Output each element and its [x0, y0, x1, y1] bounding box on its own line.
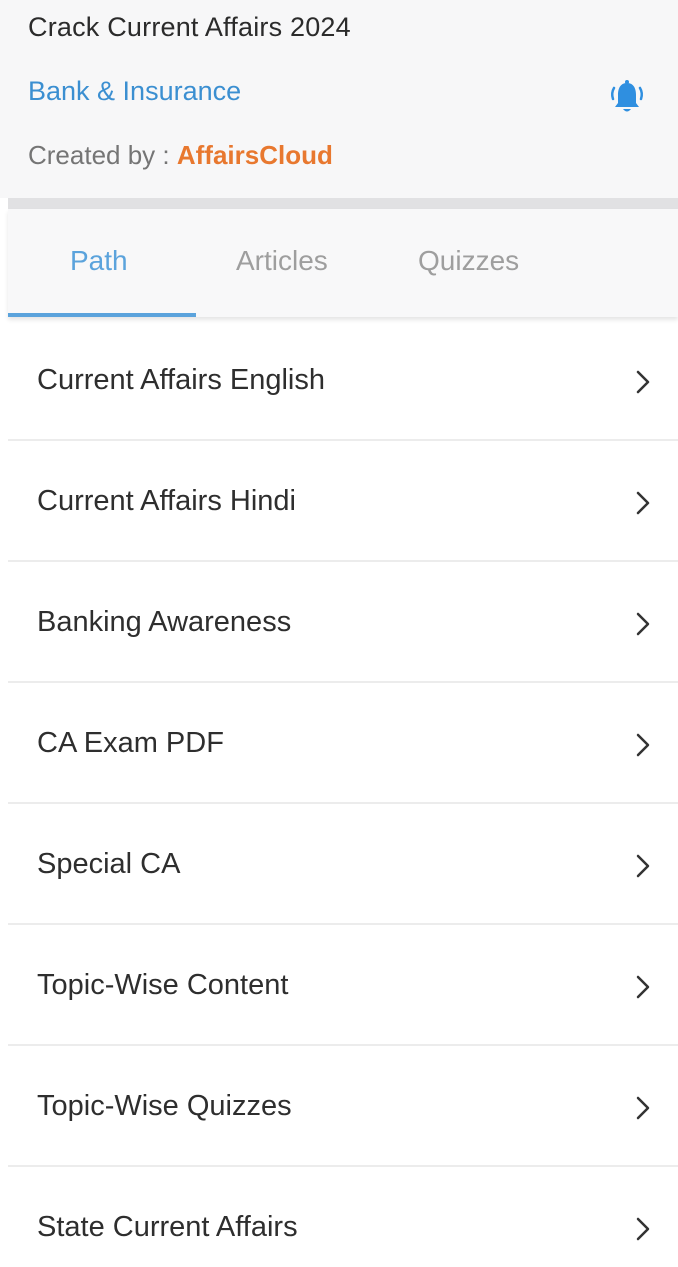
- list-item-topic-wise-quizzes[interactable]: Topic-Wise Quizzes: [8, 1046, 678, 1167]
- tab-quizzes[interactable]: Quizzes: [418, 245, 519, 277]
- list-item-special-ca[interactable]: Special CA: [8, 804, 678, 925]
- tab-bar: Path Articles Quizzes: [8, 209, 678, 317]
- creator-name[interactable]: AffairsCloud: [177, 140, 333, 170]
- list-item-current-affairs-hindi[interactable]: Current Affairs Hindi: [8, 441, 678, 562]
- course-title: Crack Current Affairs 2024: [28, 12, 351, 42]
- list-item-label: Banking Awareness: [37, 606, 292, 638]
- notification-bell-icon[interactable]: [608, 78, 646, 118]
- tab-articles[interactable]: Articles: [236, 245, 328, 277]
- chevron-right-icon: [636, 1217, 650, 1241]
- course-category-link[interactable]: Bank & Insurance: [28, 76, 241, 107]
- chevron-right-icon: [636, 975, 650, 999]
- created-by-label: Created by :: [28, 140, 177, 170]
- list-item-label: Topic-Wise Quizzes: [37, 1090, 292, 1122]
- course-header: Crack Current Affairs 2024 Bank & Insura…: [0, 0, 678, 198]
- list-item-label: Topic-Wise Content: [37, 969, 289, 1001]
- list-item-label: Current Affairs English: [37, 364, 325, 396]
- chevron-right-icon: [636, 491, 650, 515]
- list-item-ca-exam-pdf[interactable]: CA Exam PDF: [8, 683, 678, 804]
- list-item-label: Current Affairs Hindi: [37, 485, 296, 517]
- chevron-right-icon: [636, 612, 650, 636]
- list-item-topic-wise-content[interactable]: Topic-Wise Content: [8, 925, 678, 1046]
- list-item-label: State Current Affairs: [37, 1211, 298, 1243]
- tab-path[interactable]: Path: [70, 245, 128, 277]
- created-by-line: Created by : AffairsCloud: [28, 140, 333, 171]
- list-item-banking-awareness[interactable]: Banking Awareness: [8, 562, 678, 683]
- active-tab-indicator: [8, 313, 196, 317]
- list-item-label: Special CA: [37, 848, 181, 880]
- chevron-right-icon: [636, 733, 650, 757]
- header-divider: [8, 198, 678, 209]
- list-item-label: CA Exam PDF: [37, 727, 224, 759]
- chevron-right-icon: [636, 370, 650, 394]
- list-item-state-current-affairs[interactable]: State Current Affairs: [8, 1167, 678, 1267]
- list-item-current-affairs-english[interactable]: Current Affairs English: [8, 320, 678, 441]
- course-page: Crack Current Affairs 2024 Bank & Insura…: [0, 0, 678, 1267]
- path-list: Current Affairs English Current Affairs …: [8, 320, 678, 1267]
- chevron-right-icon: [636, 1096, 650, 1120]
- chevron-right-icon: [636, 854, 650, 878]
